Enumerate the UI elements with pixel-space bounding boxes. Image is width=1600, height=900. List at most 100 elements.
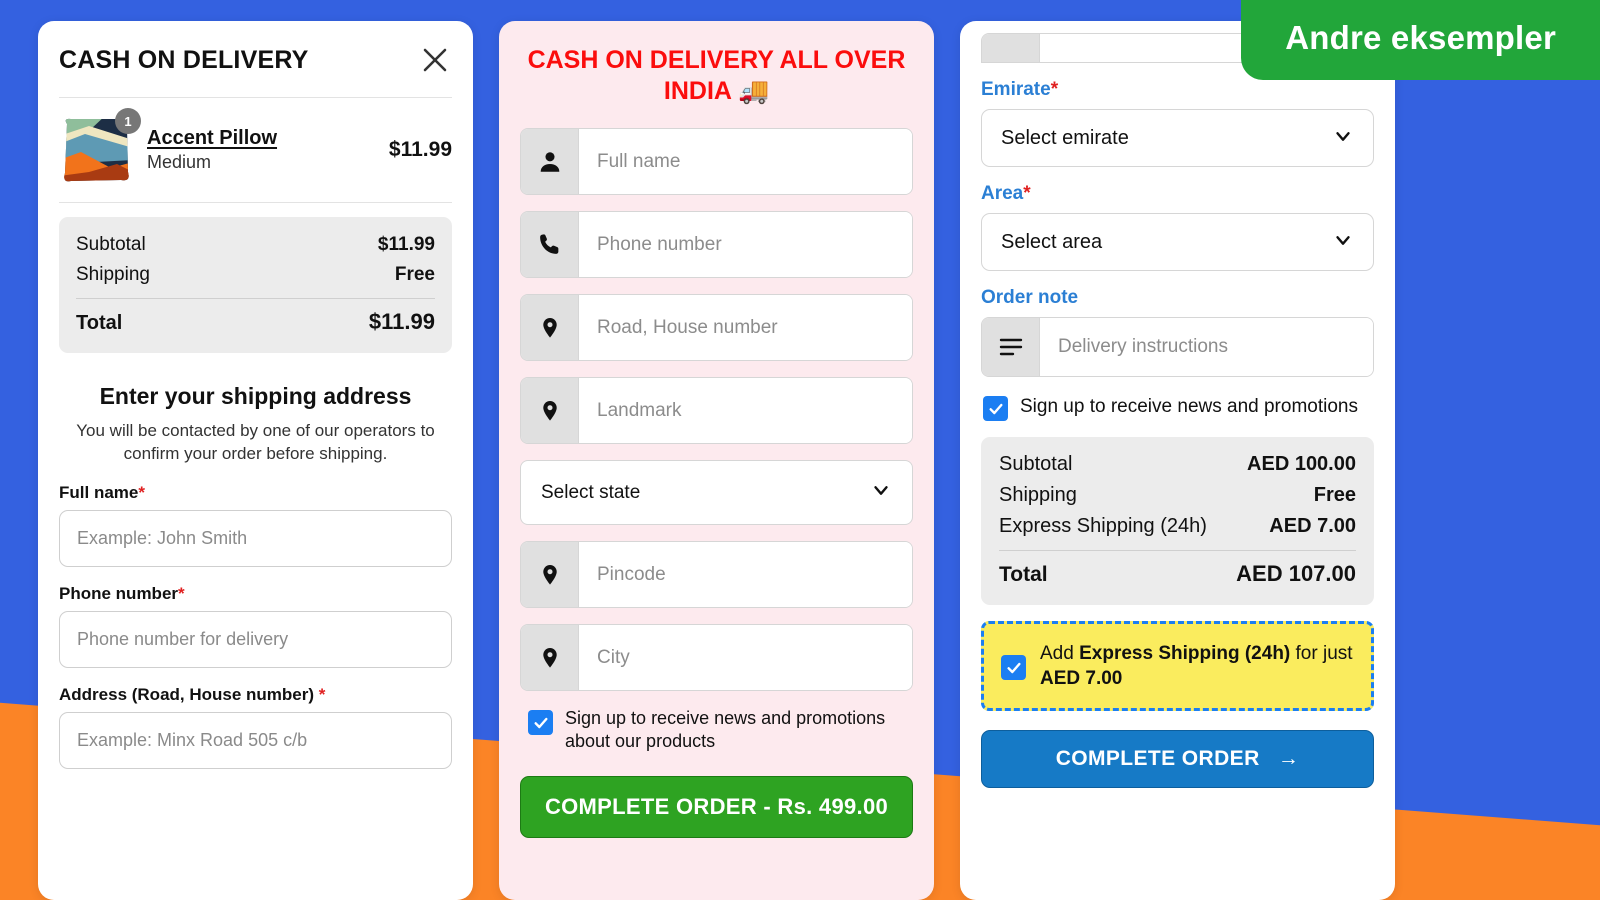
summary-value: AED 100.00 bbox=[1247, 453, 1356, 475]
area-select-value: Select area bbox=[1001, 230, 1103, 253]
input-group-landmark bbox=[520, 377, 913, 444]
newsletter-checkbox-row[interactable]: Sign up to receive news and promotions bbox=[983, 393, 1374, 421]
summary-value: AED 7.00 bbox=[1269, 515, 1356, 537]
emirate-select[interactable]: Select emirate bbox=[981, 109, 1374, 167]
cart-line-item: 1 Accent Pillow Medium $11.99 bbox=[59, 98, 452, 202]
chevron-down-icon bbox=[1332, 125, 1354, 152]
required-asterisk: * bbox=[318, 684, 326, 704]
input-group-full-name bbox=[520, 128, 913, 195]
list-icon bbox=[982, 318, 1040, 376]
phone-number-input[interactable] bbox=[579, 212, 912, 277]
label-text: Emirate bbox=[981, 79, 1051, 100]
field-label-emirate: Emirate* bbox=[981, 79, 1374, 101]
map-pin-icon bbox=[521, 378, 579, 443]
express-prefix: Add bbox=[1040, 643, 1080, 664]
other-examples-badge[interactable]: Andre eksempler bbox=[1241, 0, 1600, 80]
emirate-select-value: Select emirate bbox=[1001, 126, 1129, 149]
person-icon bbox=[521, 129, 579, 194]
required-asterisk: * bbox=[1023, 183, 1031, 204]
express-shipping-upsell[interactable]: Add Express Shipping (24h) for just AED … bbox=[981, 621, 1374, 712]
card1-header: CASH ON DELIVERY bbox=[59, 21, 452, 97]
shipping-address-heading: Enter your shipping address bbox=[99, 383, 412, 409]
chevron-down-icon bbox=[870, 479, 892, 506]
phone-number-input[interactable] bbox=[59, 610, 452, 668]
label-text: Phone number bbox=[59, 583, 179, 603]
field-label-area: Area* bbox=[981, 183, 1374, 205]
state-select[interactable]: Select state bbox=[520, 460, 913, 525]
check-icon bbox=[1006, 662, 1021, 673]
pincode-input[interactable] bbox=[579, 542, 912, 607]
map-pin-icon bbox=[521, 542, 579, 607]
city-input[interactable] bbox=[579, 625, 912, 690]
summary-total-value: $11.99 bbox=[368, 309, 435, 334]
input-group-city bbox=[520, 624, 913, 691]
landmark-input[interactable] bbox=[579, 378, 912, 443]
input-group-phone-number bbox=[520, 211, 913, 278]
cod-card-usd: CASH ON DELIVERY 1 Accent Pillow Medium … bbox=[38, 21, 473, 900]
area-select[interactable]: Select area bbox=[981, 213, 1374, 271]
full-name-input[interactable] bbox=[59, 509, 452, 567]
partial-icon bbox=[982, 34, 1040, 62]
summary-row-shipping: Shipping Free bbox=[999, 480, 1356, 511]
product-name-link[interactable]: Accent Pillow bbox=[147, 127, 277, 150]
newsletter-checkbox-row[interactable]: Sign up to receive news and promotions a… bbox=[528, 707, 913, 754]
shipping-address-note: You will be contacted by one of our oper… bbox=[76, 421, 435, 464]
map-pin-icon bbox=[521, 295, 579, 360]
summary-divider bbox=[999, 550, 1356, 551]
newsletter-label: Sign up to receive news and promotions bbox=[1020, 396, 1358, 417]
field-phone-number: Phone number* bbox=[59, 584, 452, 668]
complete-order-button[interactable]: COMPLETE ORDER → bbox=[981, 730, 1374, 789]
summary-row-total: Total $11.99 bbox=[76, 305, 435, 339]
summary-total-label: Total bbox=[76, 312, 123, 334]
close-icon[interactable] bbox=[418, 43, 452, 77]
summary-label: Shipping bbox=[999, 484, 1077, 506]
line-item-info: Accent Pillow Medium bbox=[147, 127, 375, 173]
newsletter-checkbox[interactable] bbox=[528, 710, 553, 735]
input-group-road-house-number bbox=[520, 294, 913, 361]
summary-total-label: Total bbox=[999, 563, 1048, 586]
road-house-number-input[interactable] bbox=[579, 295, 912, 360]
chevron-down-icon bbox=[1332, 229, 1354, 256]
complete-order-label: COMPLETE ORDER bbox=[1055, 747, 1260, 771]
line-item-price: $11.99 bbox=[388, 138, 452, 161]
newsletter-label: Sign up to receive news and promotions a… bbox=[565, 708, 886, 752]
input-group-pincode bbox=[520, 541, 913, 608]
field-label-address: Address (Road, House number) * bbox=[59, 685, 452, 705]
required-asterisk: * bbox=[138, 482, 145, 502]
express-middle: for just bbox=[1290, 643, 1353, 664]
summary-row-subtotal: Subtotal AED 100.00 bbox=[999, 449, 1356, 480]
order-note-input[interactable] bbox=[1040, 318, 1373, 376]
product-thumbnail-wrap: 1 bbox=[59, 108, 141, 186]
complete-order-button[interactable]: COMPLETE ORDER - Rs. 499.00 bbox=[520, 775, 913, 838]
summary-total-value: AED 107.00 bbox=[1236, 561, 1356, 586]
product-variant: Medium bbox=[147, 152, 212, 172]
summary-value: Free bbox=[394, 264, 435, 285]
address-input[interactable] bbox=[59, 711, 452, 769]
order-summary: Subtotal $11.99 Shipping Free Total $11.… bbox=[59, 217, 452, 353]
required-asterisk: * bbox=[178, 583, 185, 603]
page-title: CASH ON DELIVERY bbox=[59, 45, 309, 74]
field-address: Address (Road, House number) * bbox=[59, 685, 452, 769]
summary-label: Subtotal bbox=[999, 453, 1073, 475]
express-shipping-label: Add Express Shipping (24h) for just AED … bbox=[1040, 641, 1354, 691]
summary-divider bbox=[76, 298, 435, 299]
divider bbox=[59, 202, 452, 203]
label-text: Full name bbox=[59, 482, 139, 502]
summary-row-express-shipping: Express Shipping (24h) AED 7.00 bbox=[999, 511, 1356, 542]
map-pin-icon bbox=[521, 625, 579, 690]
order-summary: Subtotal AED 100.00 Shipping Free Expres… bbox=[981, 437, 1374, 605]
field-label-full-name: Full name* bbox=[59, 483, 452, 503]
quantity-badge: 1 bbox=[115, 108, 141, 134]
express-bold-price: AED 7.00 bbox=[1040, 668, 1123, 690]
newsletter-checkbox[interactable] bbox=[983, 396, 1008, 421]
label-text: Address (Road, House number) bbox=[59, 684, 315, 704]
field-label-order-note: Order note bbox=[981, 287, 1079, 308]
express-bold-service: Express Shipping (24h) bbox=[1079, 643, 1291, 664]
phone-icon bbox=[521, 212, 579, 277]
state-select-value: Select state bbox=[541, 481, 641, 503]
full-name-input[interactable] bbox=[579, 129, 912, 194]
summary-value: Free bbox=[1313, 484, 1356, 506]
express-shipping-checkbox[interactable] bbox=[1001, 655, 1026, 681]
check-icon bbox=[988, 403, 1003, 414]
label-text: Area bbox=[981, 183, 1024, 204]
